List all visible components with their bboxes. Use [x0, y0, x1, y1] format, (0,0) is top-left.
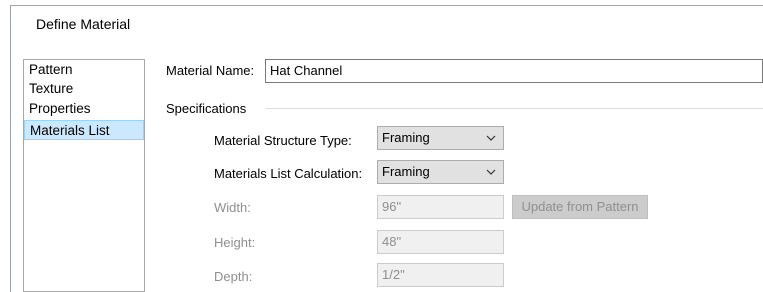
height-input[interactable]: 48" [377, 230, 504, 254]
specifications-group-label: Specifications [166, 101, 247, 116]
list-calculation-value: Framing [382, 164, 430, 179]
material-name-label: Material Name: [166, 63, 255, 78]
structure-type-dropdown[interactable]: Framing [377, 126, 504, 150]
dialog-title: Define Material [36, 16, 131, 32]
specifications-group-divider [266, 108, 763, 109]
depth-input[interactable]: 1/2" [377, 263, 504, 287]
chevron-down-icon [486, 135, 496, 141]
chevron-down-icon [486, 169, 496, 175]
sidebar-item-properties[interactable]: Properties [24, 99, 144, 119]
list-calculation-dropdown[interactable]: Framing [377, 160, 504, 184]
category-list: Pattern Texture Properties Materials Lis… [23, 59, 145, 292]
width-label: Width: [214, 200, 251, 215]
sidebar-item-materials-list[interactable]: Materials List [24, 120, 144, 140]
dialog-left-border [10, 5, 11, 292]
material-name-input[interactable]: Hat Channel [265, 59, 763, 83]
sidebar-item-texture[interactable]: Texture [24, 79, 144, 99]
update-from-pattern-button[interactable]: Update from Pattern [512, 195, 648, 219]
list-calculation-label: Materials List Calculation: [214, 166, 363, 181]
dialog-title-bar: Define Material [0, 0, 763, 50]
depth-label: Depth: [214, 269, 253, 284]
width-input[interactable]: 96" [377, 195, 504, 219]
structure-type-value: Framing [382, 130, 430, 145]
height-label: Height: [214, 235, 256, 250]
dialog-top-border [10, 5, 763, 6]
structure-type-label: Material Structure Type: [214, 133, 352, 148]
sidebar-item-pattern[interactable]: Pattern [24, 60, 144, 80]
